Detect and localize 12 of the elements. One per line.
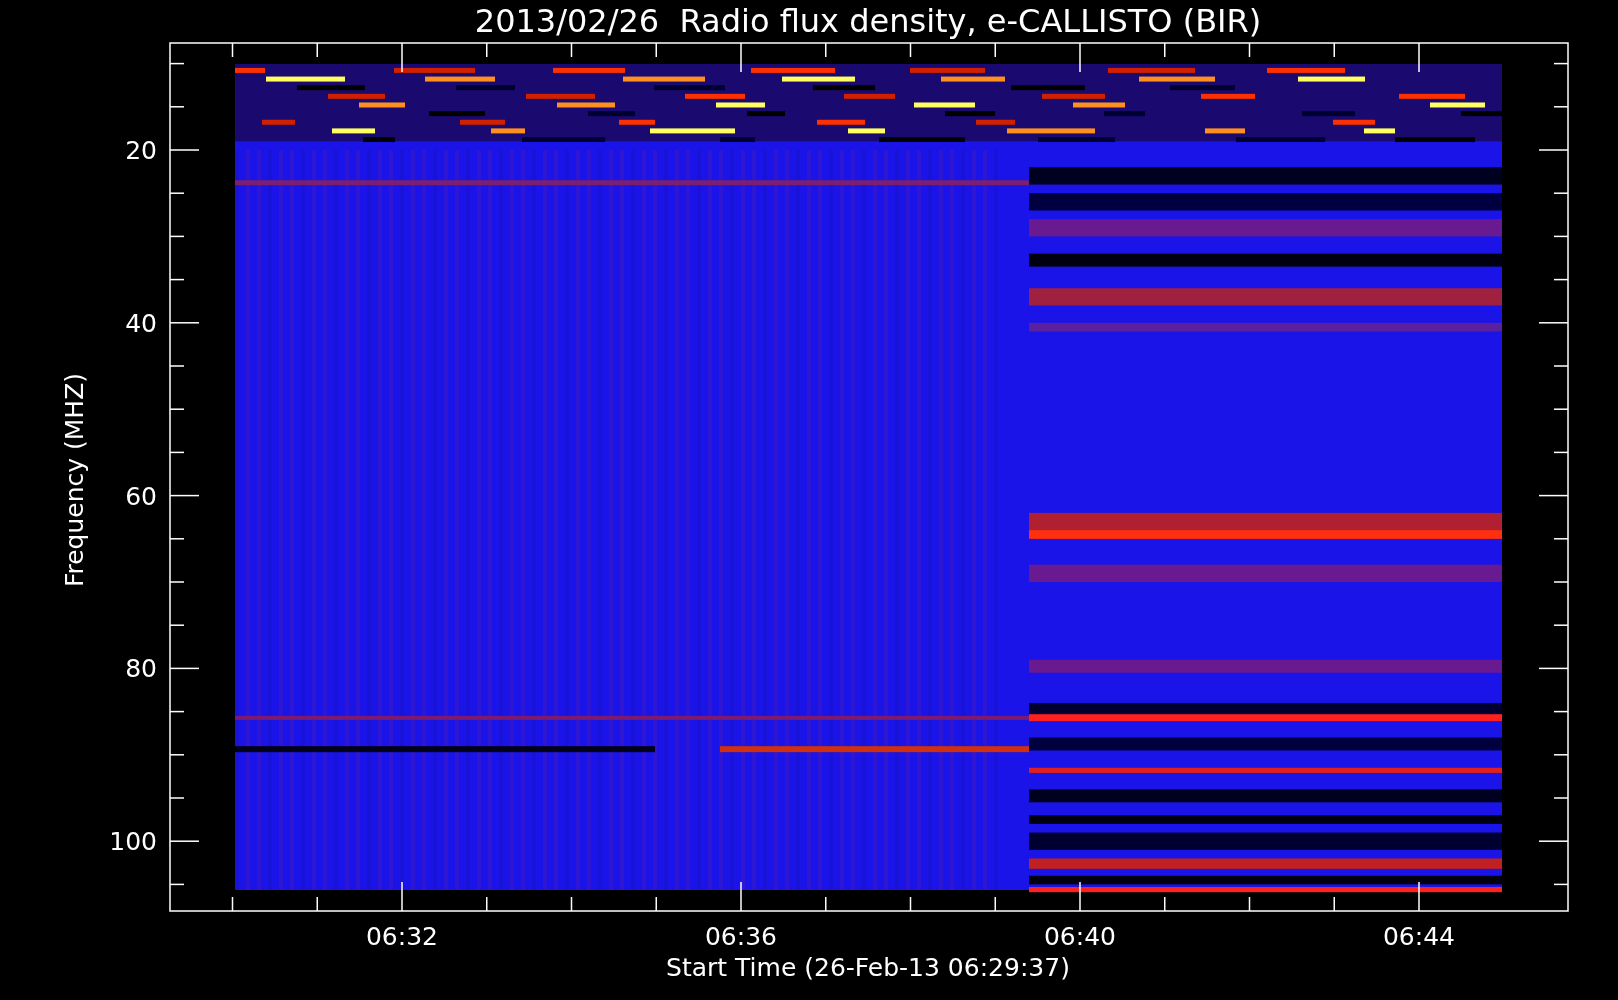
x-axis-label: Start Time (26-Feb-13 06:29:37) — [666, 953, 1070, 982]
x-tick-label: 06:40 — [1044, 922, 1116, 951]
x-tick-label: 06:36 — [705, 922, 777, 951]
x-tick-label: 06:44 — [1383, 922, 1455, 951]
y-tick-label: 100 — [109, 827, 157, 857]
chart-title: 2013/02/26 Radio flux density, e-CALLISTO (BIR) — [474, 2, 1262, 40]
y-axis-label: Frequency (MHZ) — [60, 372, 89, 588]
y-tick-label: 20 — [125, 136, 157, 165]
y-tick-label: 40 — [125, 308, 157, 338]
y-tick-label: 60 — [125, 481, 157, 511]
x-tick-label: 06:32 — [366, 922, 438, 951]
y-tick-label: 80 — [125, 654, 157, 684]
